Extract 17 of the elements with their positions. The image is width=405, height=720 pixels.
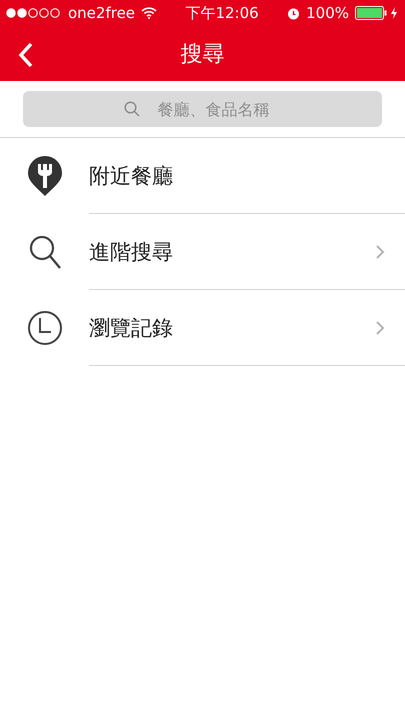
search-field[interactable]: 餐廳、食品名稱 bbox=[23, 91, 382, 127]
carrier-name: one2free bbox=[68, 4, 136, 22]
clock-icon bbox=[26, 310, 62, 346]
menu-item[interactable]: 附近餐廳 bbox=[0, 138, 405, 214]
back-chevron-icon bbox=[18, 42, 34, 68]
signal-icon bbox=[6, 8, 62, 18]
menu-item[interactable]: 進階搜尋 bbox=[0, 214, 405, 290]
search-icon bbox=[124, 101, 140, 117]
battery-percent: 100% bbox=[306, 4, 349, 22]
clock-time: 下午12:06 bbox=[185, 4, 259, 22]
page-title: 搜尋 bbox=[180, 40, 224, 68]
search-icon bbox=[28, 234, 62, 270]
alarm-icon bbox=[287, 6, 300, 20]
menu-item[interactable]: 瀏覽記錄 bbox=[0, 290, 405, 366]
battery-charging-icon bbox=[355, 6, 399, 20]
wifi-icon bbox=[141, 7, 158, 19]
fork-pin-icon bbox=[28, 156, 62, 196]
